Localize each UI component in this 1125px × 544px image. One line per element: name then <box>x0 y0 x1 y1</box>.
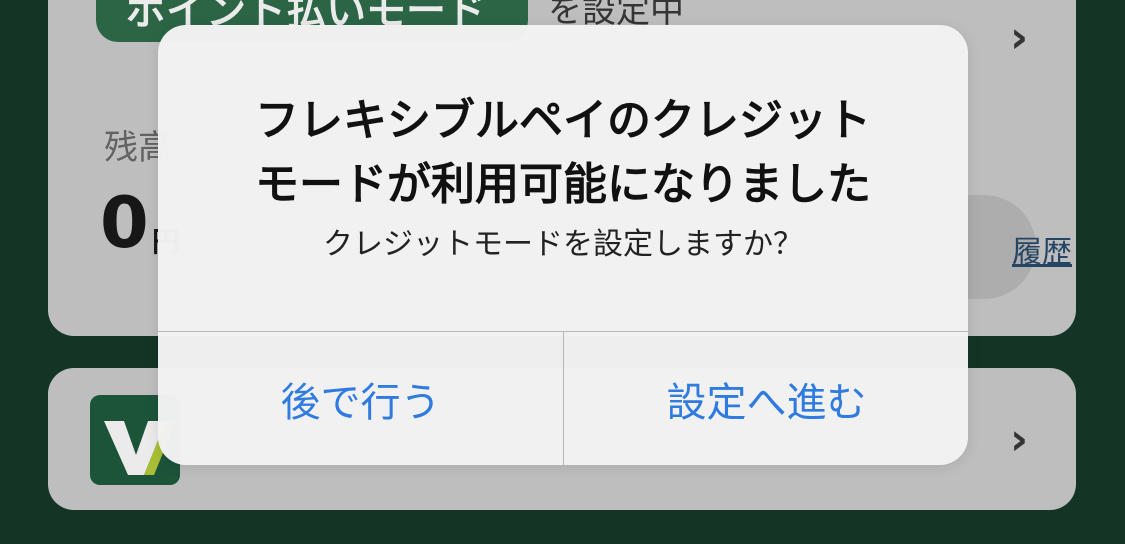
alert-title: フレキシブルペイのクレジット モードが利用可能になりました <box>158 89 968 217</box>
later-button[interactable]: 後で行う <box>158 332 563 465</box>
alert-title-line2: モードが利用可能になりました <box>255 159 871 210</box>
alert-title-line1: フレキシブルペイのクレジット <box>255 95 871 146</box>
alert-dialog: フレキシブルペイのクレジット モードが利用可能になりました クレジットモードを設… <box>158 25 968 465</box>
alert-message: クレジットモードを設定しますか？ <box>323 227 803 262</box>
proceed-to-settings-button[interactable]: 設定へ進む <box>564 332 968 465</box>
